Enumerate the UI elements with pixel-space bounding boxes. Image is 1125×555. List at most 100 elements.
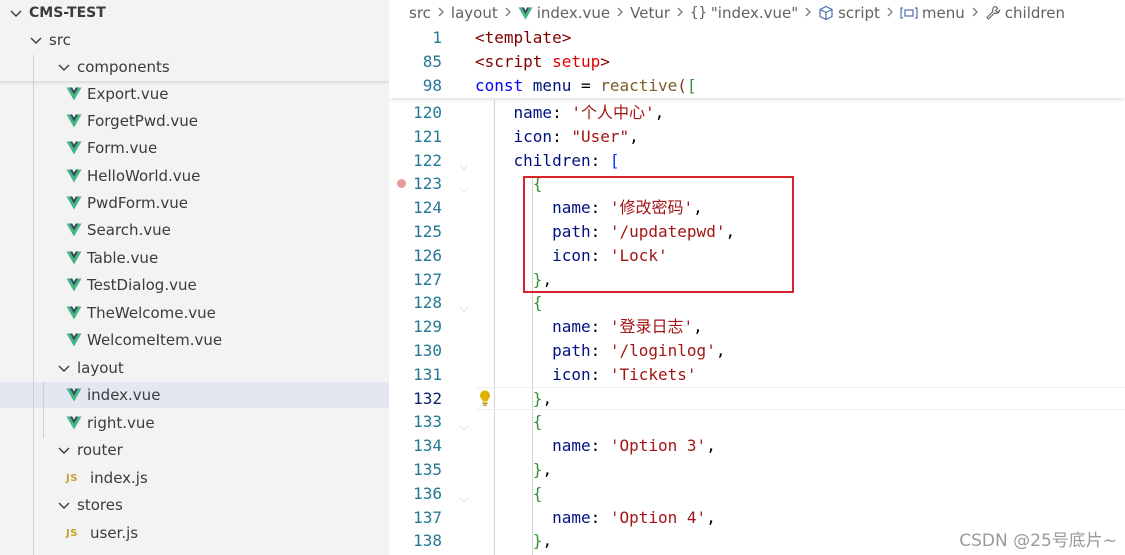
fold-chevron-icon[interactable] (459, 418, 469, 432)
breadcrumb-label: index.vue (536, 4, 611, 22)
code-line: 130 path: '/loginlog', (389, 339, 1125, 363)
code-text: { (475, 482, 543, 506)
fold-chevron-icon[interactable] (459, 180, 469, 194)
tree-folder[interactable]: src (0, 27, 389, 53)
chevron-down-icon (56, 497, 72, 513)
sticky-scroll-header: 1 <template> 85 <script setup> 98 const menu … (389, 26, 1125, 98)
code-token: <script (475, 52, 553, 71)
code-line: 98 const menu = reactive([ (389, 74, 1125, 98)
tree-file[interactable]: PwdForm.vue (0, 190, 389, 216)
line-number[interactable]: 127 (389, 268, 442, 292)
tree-folder[interactable]: router (0, 437, 389, 463)
breadcrumb-item[interactable]: layout (451, 4, 498, 22)
line-number[interactable]: 85 (389, 50, 442, 74)
line-number[interactable]: 138 (389, 529, 442, 553)
code-text: icon: 'Tickets' (475, 363, 697, 387)
code-token: icon (475, 126, 553, 146)
code-text: icon: "User", (475, 125, 639, 149)
tree-file[interactable]: index.vue (0, 382, 389, 408)
line-number[interactable]: 133 (389, 410, 442, 434)
line-number[interactable]: 128 (389, 291, 442, 315)
code-token: name (475, 103, 553, 122)
code-token: setup (552, 52, 601, 71)
explorer-project-header[interactable]: CMS-TEST (0, 0, 389, 26)
breadcrumb-item[interactable]: {} "index.vue" (690, 4, 798, 22)
chevron-down-icon (56, 59, 72, 75)
tree-folder[interactable]: stores (0, 492, 389, 518)
tree-item-label: user.js (90, 524, 139, 542)
breadcrumb-item[interactable]: menu (900, 4, 965, 22)
tree-file[interactable]: TheWelcome.vue (0, 300, 389, 326)
code-token: { (475, 412, 543, 432)
chevron-down-icon (56, 442, 72, 458)
tree-file[interactable]: ForgetPwd.vue (0, 108, 389, 134)
code-token: : (590, 364, 610, 384)
line-number[interactable]: 98 (389, 74, 442, 98)
line-number[interactable]: 134 (389, 434, 442, 458)
js-file-icon: JS (66, 527, 78, 539)
braces-icon: {} (690, 5, 707, 21)
tree-file[interactable]: Form.vue (0, 135, 389, 161)
chevron-right-icon (503, 4, 513, 22)
code-text: const menu = reactive([ (475, 74, 697, 98)
fold-chevron-icon[interactable] (459, 157, 469, 170)
code-line: 134 name: 'Option 3', (389, 434, 1125, 458)
line-number[interactable]: 131 (389, 363, 442, 387)
line-number[interactable]: 126 (389, 244, 442, 268)
code-token: , (693, 317, 703, 337)
lightbulb-icon[interactable] (477, 389, 493, 407)
tree-item-label: Search.vue (87, 221, 171, 239)
tree-file[interactable]: TestDialog.vue (0, 272, 389, 298)
breadcrumb-item[interactable]: index.vue (518, 4, 610, 22)
breadcrumb-item[interactable]: children (985, 4, 1065, 22)
fold-chevron-icon[interactable] (459, 299, 469, 313)
code-text: <script setup> (475, 50, 610, 74)
tree-file[interactable]: JS user.js (0, 520, 389, 546)
code-token: reactive (600, 76, 678, 95)
code-token: : (590, 317, 610, 337)
line-number[interactable]: 122 (389, 149, 442, 173)
line-number[interactable]: 132 (389, 387, 442, 411)
tree-indent-guide (33, 55, 34, 555)
code-token: , (542, 531, 553, 551)
tree-folder[interactable]: components (0, 54, 389, 80)
code-token: : (590, 507, 610, 527)
code-token: , (542, 460, 553, 479)
code-token: menu (532, 76, 572, 95)
vue-file-icon (66, 113, 82, 129)
line-number[interactable]: 120 (389, 101, 442, 125)
breadcrumb-item[interactable]: Vetur (630, 4, 670, 22)
line-number[interactable]: 124 (389, 196, 442, 220)
code-token: { (475, 483, 543, 503)
tree-file[interactable]: Search.vue (0, 217, 389, 243)
tree-file[interactable]: Table.vue (0, 245, 389, 271)
breadcrumb-item[interactable]: src (409, 4, 431, 22)
code-token: = (571, 76, 601, 95)
code-editor[interactable]: 120 name: '个人中心', 121 icon: "User", 122 ch… (389, 26, 1125, 555)
line-number[interactable]: 130 (389, 339, 442, 363)
line-number[interactable]: 129 (389, 315, 442, 339)
breadcrumb-label: layout (450, 4, 498, 22)
breadcrumb: src layout index.vue Vetur {} "index.vue" scri… (389, 0, 1125, 26)
fold-chevron-icon[interactable] (459, 490, 469, 503)
line-number[interactable]: 135 (389, 458, 442, 482)
code-line: 85 <script setup> (389, 50, 1125, 74)
code-line: 133 { (389, 410, 1125, 434)
line-number[interactable]: 137 (389, 506, 442, 530)
tree-item-label: WelcomeItem.vue (87, 331, 223, 349)
line-number[interactable]: 125 (389, 220, 442, 244)
tree-file[interactable]: HelloWorld.vue (0, 163, 389, 189)
chevron-right-icon (436, 4, 446, 22)
breadcrumb-label: src (409, 4, 431, 22)
line-number[interactable]: 121 (389, 125, 442, 149)
tree-item-label: Table.vue (87, 249, 159, 267)
tree-file[interactable]: right.vue (0, 410, 389, 436)
tree-file[interactable]: JS index.js (0, 465, 389, 491)
line-number[interactable]: 1 (389, 26, 442, 50)
line-number[interactable]: 136 (389, 482, 442, 506)
code-token: { (475, 293, 543, 313)
tree-folder[interactable]: layout (0, 355, 389, 381)
tree-item-label: stores (77, 496, 123, 514)
tree-file[interactable]: WelcomeItem.vue (0, 327, 389, 353)
breadcrumb-item[interactable]: script (818, 4, 880, 22)
